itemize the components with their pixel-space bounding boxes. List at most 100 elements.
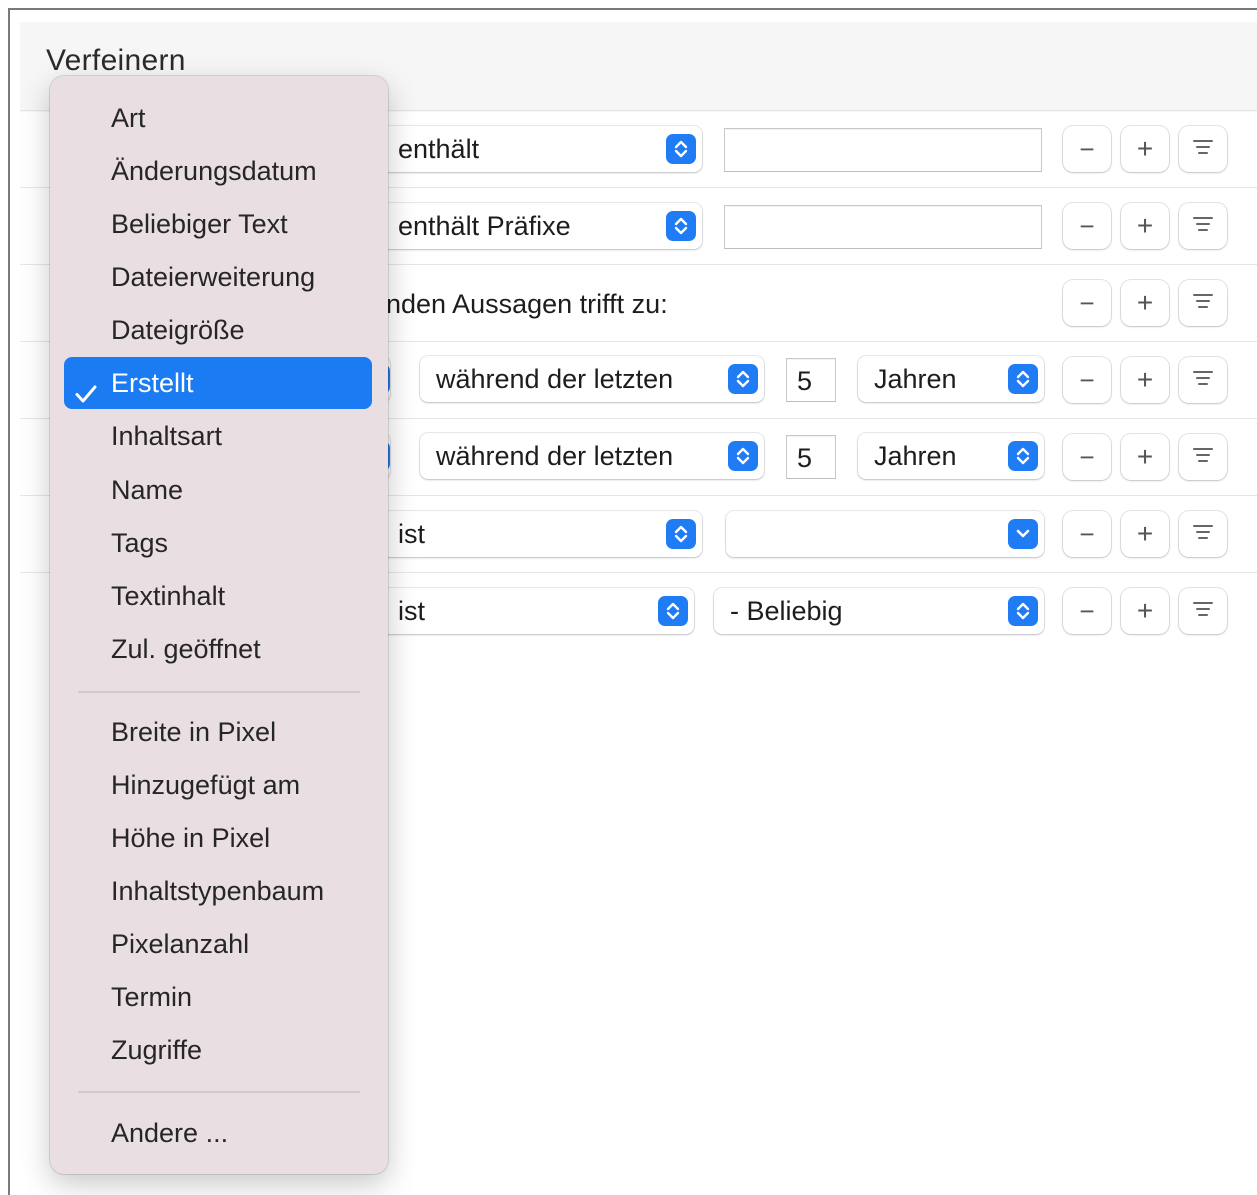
nested-rule-button[interactable] [1179, 357, 1227, 403]
remove-rule-button[interactable]: − [1063, 126, 1111, 172]
plus-icon: + [1136, 210, 1154, 241]
number-field-4[interactable]: 5 [786, 358, 836, 402]
minus-icon: − [1079, 133, 1095, 164]
add-rule-button[interactable]: + [1121, 126, 1169, 172]
menu-item-dateigroesse[interactable]: Dateigröße [64, 304, 372, 356]
unit-label: Jahren [874, 441, 957, 471]
updown-chevron-icon [666, 519, 696, 549]
minus-icon: − [1079, 441, 1095, 472]
operator-label: während der letzten [436, 441, 674, 471]
operator-popup-7[interactable]: ist [382, 588, 694, 634]
list-icon [1192, 445, 1214, 470]
minus-icon: − [1079, 210, 1095, 241]
plus-icon: + [1136, 518, 1154, 549]
nested-rule-button[interactable] [1179, 280, 1227, 326]
add-rule-button[interactable]: + [1121, 280, 1169, 326]
plus-icon: + [1136, 595, 1154, 626]
list-icon [1192, 522, 1214, 547]
updown-chevron-icon [1008, 441, 1038, 471]
list-icon [1192, 214, 1214, 239]
chevron-down-icon [1008, 519, 1038, 549]
list-icon [1192, 137, 1214, 162]
menu-item-inhaltstypenbaum[interactable]: Inhaltstypenbaum [64, 865, 372, 917]
criteria-menu: Art Änderungsdatum Beliebiger Text Datei… [50, 76, 388, 1174]
plus-icon: + [1136, 364, 1154, 395]
updown-chevron-icon [728, 364, 758, 394]
value-popup-6[interactable] [726, 511, 1044, 557]
operator-popup-4[interactable]: während der letzten [420, 356, 764, 402]
value-label: - Beliebig [730, 596, 843, 626]
menu-item-andere[interactable]: Andere ... [64, 1107, 372, 1159]
menu-item-dateierweiterung[interactable]: Dateierweiterung [64, 251, 372, 303]
menu-item-zugriffe[interactable]: Zugriffe [64, 1024, 372, 1076]
list-icon [1192, 368, 1214, 393]
operator-label: enthält [398, 134, 480, 164]
menu-item-aenderungsdatum[interactable]: Änderungsdatum [64, 145, 372, 197]
unit-popup-5[interactable]: Jahren [858, 433, 1044, 479]
menu-item-termin[interactable]: Termin [64, 971, 372, 1023]
menu-item-erstellt[interactable]: Erstellt [64, 357, 372, 409]
menu-item-inhaltsart[interactable]: Inhaltsart [64, 410, 372, 462]
plus-icon: + [1136, 133, 1154, 164]
add-rule-button[interactable]: + [1121, 588, 1169, 634]
nested-rule-button[interactable] [1179, 126, 1227, 172]
list-icon [1192, 291, 1214, 316]
menu-item-pixelanzahl[interactable]: Pixelanzahl [64, 918, 372, 970]
updown-chevron-icon [666, 211, 696, 241]
nested-rule-button[interactable] [1179, 203, 1227, 249]
menu-item-art[interactable]: Art [64, 92, 372, 144]
updown-chevron-icon [1008, 596, 1038, 626]
add-rule-button[interactable]: + [1121, 203, 1169, 249]
value-field-2[interactable] [724, 205, 1042, 249]
value-field-1[interactable] [724, 128, 1042, 172]
updown-chevron-icon [666, 134, 696, 164]
remove-rule-button[interactable]: − [1063, 203, 1111, 249]
remove-rule-button[interactable]: − [1063, 511, 1111, 557]
page-title: Verfeinern [46, 44, 186, 77]
remove-rule-button[interactable]: − [1063, 434, 1111, 480]
operator-popup-5[interactable]: während der letzten [420, 433, 764, 479]
operator-label: ist [398, 519, 425, 549]
operator-label: enthält Präfixe [398, 211, 571, 241]
nested-rule-button[interactable] [1179, 511, 1227, 557]
plus-icon: + [1136, 441, 1154, 472]
updown-chevron-icon [658, 596, 688, 626]
nested-rule-button[interactable] [1179, 434, 1227, 480]
remove-rule-button[interactable]: − [1063, 588, 1111, 634]
menu-item-breite-in-pixel[interactable]: Breite in Pixel [64, 706, 372, 758]
operator-popup-1[interactable]: enthält [382, 126, 702, 172]
group-condition-text: nden Aussagen trifft zu: [386, 289, 668, 319]
unit-popup-4[interactable]: Jahren [858, 356, 1044, 402]
minus-icon: − [1079, 518, 1095, 549]
menu-separator [78, 691, 360, 693]
smart-search-window: Verfeinern enthält enthält Präfixe nden … [8, 8, 1257, 1195]
operator-popup-2[interactable]: enthält Präfixe [382, 203, 702, 249]
menu-item-hinzugefuegt-am[interactable]: Hinzugefügt am [64, 759, 372, 811]
minus-icon: − [1079, 364, 1095, 395]
updown-chevron-icon [728, 441, 758, 471]
number-field-5[interactable]: 5 [786, 435, 836, 479]
nested-rule-button[interactable] [1179, 588, 1227, 634]
value-popup-7[interactable]: - Beliebig [714, 588, 1044, 634]
operator-popup-6[interactable]: ist [382, 511, 702, 557]
plus-icon: + [1136, 287, 1154, 318]
minus-icon: − [1079, 595, 1095, 626]
list-icon [1192, 599, 1214, 624]
menu-item-hoehe-in-pixel[interactable]: Höhe in Pixel [64, 812, 372, 864]
add-rule-button[interactable]: + [1121, 357, 1169, 403]
menu-item-zul-geoeffnet[interactable]: Zul. geöffnet [64, 623, 372, 675]
menu-item-name[interactable]: Name [64, 464, 372, 516]
minus-icon: − [1079, 287, 1095, 318]
menu-separator [78, 1091, 360, 1093]
operator-label: ist [398, 596, 425, 626]
menu-item-tags[interactable]: Tags [64, 517, 372, 569]
menu-item-textinhalt[interactable]: Textinhalt [64, 570, 372, 622]
remove-rule-button[interactable]: − [1063, 280, 1111, 326]
updown-chevron-icon [1008, 364, 1038, 394]
operator-label: während der letzten [436, 364, 674, 394]
unit-label: Jahren [874, 364, 957, 394]
add-rule-button[interactable]: + [1121, 511, 1169, 557]
menu-item-beliebiger-text[interactable]: Beliebiger Text [64, 198, 372, 250]
add-rule-button[interactable]: + [1121, 434, 1169, 480]
remove-rule-button[interactable]: − [1063, 357, 1111, 403]
